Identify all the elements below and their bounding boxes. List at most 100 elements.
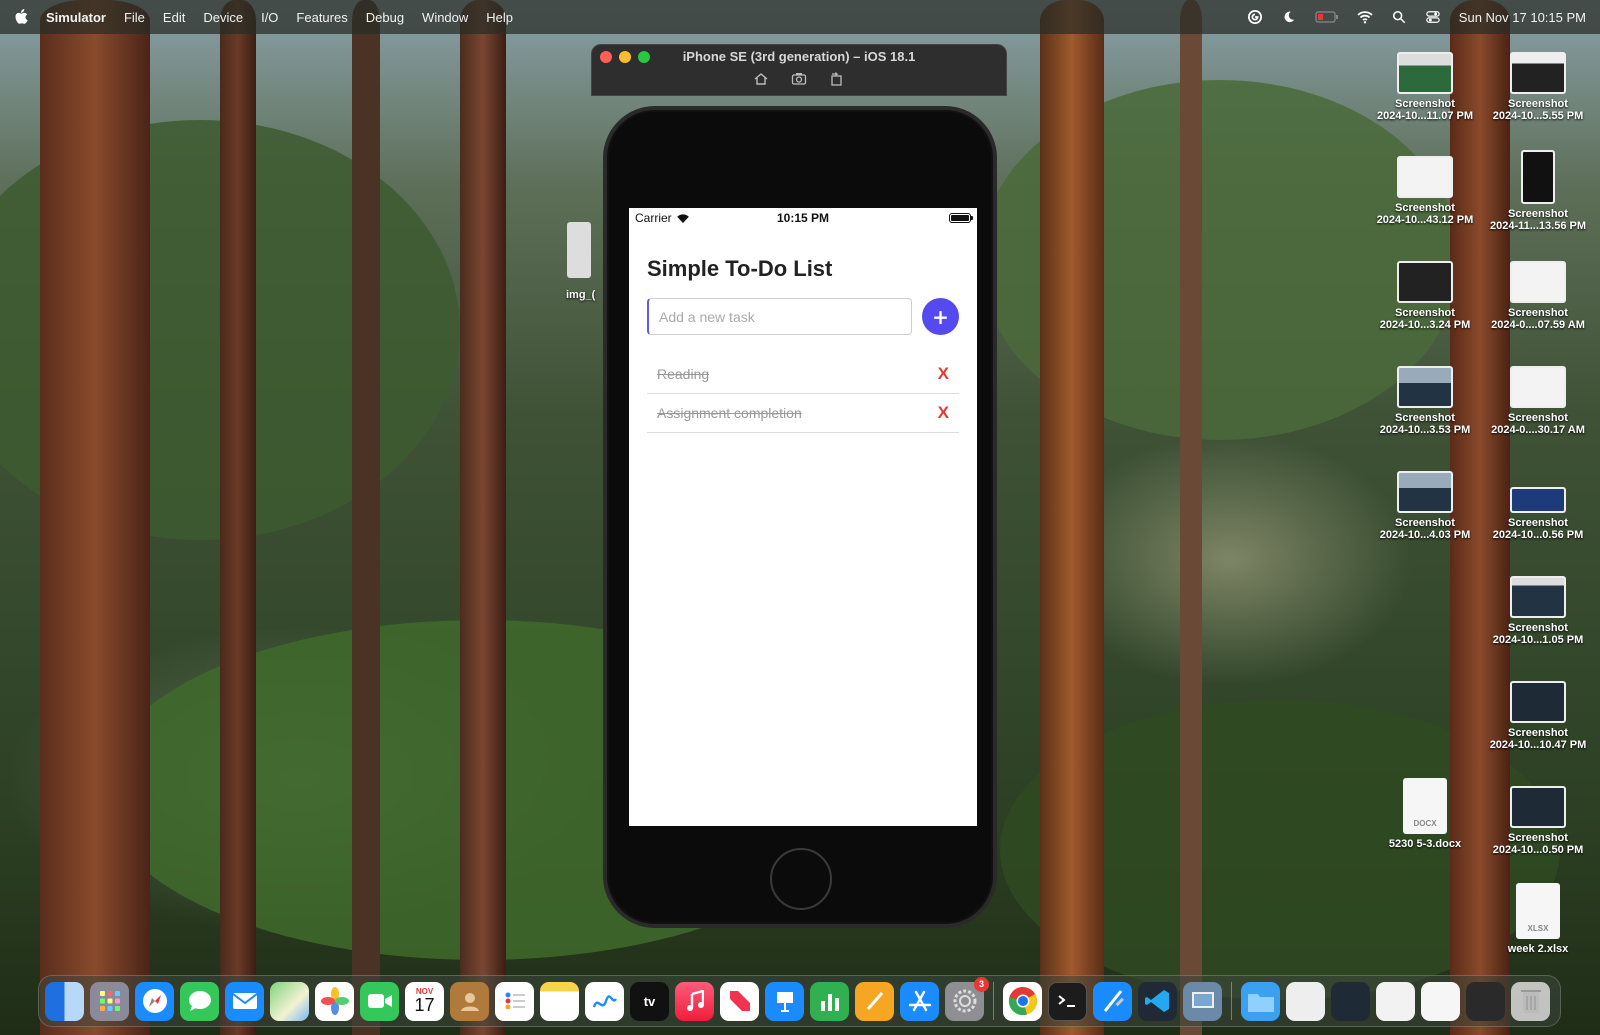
desktop-file[interactable]: Screenshot 2024-10...4.03 PM — [1369, 471, 1481, 541]
chrome-icon[interactable] — [1003, 981, 1042, 1021]
launchpad-icon[interactable] — [90, 981, 129, 1021]
partial-file-label: img_( — [566, 289, 596, 301]
file-sublabel: 2024-10...0.50 PM — [1492, 844, 1584, 856]
control-center-icon[interactable] — [1425, 10, 1441, 24]
iphone-device: Carrier 10:15 PM Simple To-Do List + Rea… — [603, 106, 997, 928]
desktop-file[interactable]: Screenshot 2024-10...0.56 PM — [1482, 471, 1594, 541]
downloads-folder-icon[interactable] — [1241, 981, 1280, 1021]
file-thumbnail — [1521, 150, 1555, 204]
notes-icon[interactable] — [540, 981, 579, 1021]
status-time: 10:15 PM — [776, 211, 830, 225]
recent-file-icon[interactable] — [1376, 981, 1415, 1021]
menu-features[interactable]: Features — [296, 10, 347, 25]
menu-device[interactable]: Device — [203, 10, 243, 25]
recent-file-icon[interactable] — [1286, 981, 1325, 1021]
home-button[interactable] — [770, 848, 832, 910]
file-thumbnail — [1510, 261, 1566, 303]
preview-icon[interactable] — [1183, 981, 1222, 1021]
mail-icon[interactable] — [225, 981, 264, 1021]
numbers-icon[interactable] — [810, 981, 849, 1021]
desktop-file[interactable]: Screenshot 2024-0....07.59 AM — [1482, 261, 1594, 331]
task-text[interactable]: Reading — [657, 366, 709, 382]
pages-icon[interactable] — [855, 981, 894, 1021]
delete-task-button[interactable]: X — [938, 403, 949, 423]
home-icon[interactable] — [753, 71, 769, 87]
messages-icon[interactable] — [180, 981, 219, 1021]
file-label: Screenshot — [1508, 412, 1568, 424]
vscode-icon[interactable] — [1138, 981, 1177, 1021]
calendar-icon[interactable]: NOV 17 — [405, 981, 444, 1021]
terminal-icon[interactable] — [1048, 981, 1087, 1021]
recent-file-icon[interactable] — [1421, 981, 1460, 1021]
file-label: week 2.xlsx — [1507, 943, 1569, 955]
file-label: Screenshot — [1395, 307, 1455, 319]
desktop-file[interactable]: Screenshot 2024-10...3.53 PM — [1369, 366, 1481, 436]
facetime-icon[interactable] — [360, 981, 399, 1021]
news-icon[interactable] — [720, 981, 759, 1021]
task-row[interactable]: Assignment completion X — [647, 394, 959, 433]
screenshot-icon[interactable] — [791, 71, 807, 87]
spotlight-search-icon[interactable] — [1391, 10, 1407, 24]
finder-icon[interactable] — [45, 981, 84, 1021]
grammarly-icon[interactable] — [1247, 10, 1263, 24]
apple-tv-icon[interactable]: tv — [630, 981, 669, 1021]
file-sublabel: 2024-0....30.17 AM — [1491, 424, 1585, 436]
app-store-icon[interactable] — [900, 981, 939, 1021]
recent-file-icon[interactable] — [1466, 981, 1505, 1021]
partial-file-icon[interactable] — [567, 222, 591, 278]
menubar-clock[interactable]: Sun Nov 17 10:15 PM — [1459, 10, 1586, 25]
desktop-file-docx[interactable]: DOCX 5230 5-3.docx — [1369, 778, 1481, 850]
task-text[interactable]: Assignment completion — [657, 405, 802, 421]
menu-file[interactable]: File — [124, 10, 145, 25]
file-sublabel: 2024-10...3.53 PM — [1379, 424, 1471, 436]
desktop-file[interactable]: Screenshot 2024-10...1.05 PM — [1482, 576, 1594, 646]
menu-debug[interactable]: Debug — [366, 10, 404, 25]
menu-io[interactable]: I/O — [261, 10, 278, 25]
keynote-icon[interactable] — [765, 981, 804, 1021]
file-sublabel: 2024-10...1.05 PM — [1492, 634, 1584, 646]
apple-menu-icon[interactable] — [14, 9, 28, 25]
desktop-file[interactable]: Screenshot 2024-10...3.24 PM — [1369, 261, 1481, 331]
add-task-button[interactable]: + — [922, 298, 959, 335]
wifi-icon[interactable] — [1357, 10, 1373, 24]
desktop-file-xlsx[interactable]: XLSX week 2.xlsx — [1482, 883, 1594, 955]
new-task-input[interactable] — [647, 298, 912, 335]
file-label: Screenshot — [1508, 307, 1568, 319]
trash-icon[interactable] — [1511, 981, 1550, 1021]
task-row[interactable]: Reading X — [647, 355, 959, 394]
freeform-icon[interactable] — [585, 981, 624, 1021]
simulator-toolbar — [592, 71, 1006, 87]
safari-icon[interactable] — [135, 981, 174, 1021]
desktop-file[interactable]: Screenshot 2024-10...43.12 PM — [1369, 156, 1481, 226]
system-settings-icon[interactable]: 3 — [945, 976, 989, 1021]
photos-icon[interactable] — [315, 981, 354, 1021]
delete-task-button[interactable]: X — [938, 364, 949, 384]
file-thumbnail — [1510, 786, 1566, 828]
page-title: Simple To-Do List — [647, 256, 833, 281]
desktop-file[interactable]: Screenshot 2024-10...11.07 PM — [1369, 52, 1481, 122]
file-thumbnail — [1397, 52, 1453, 94]
desktop-file[interactable]: Screenshot 2024-11...13.56 PM — [1482, 150, 1594, 232]
simulator-window: iPhone SE (3rd generation) – iOS 18.1 — [591, 44, 1007, 96]
maps-icon[interactable] — [270, 981, 309, 1021]
reminders-icon[interactable] — [495, 981, 534, 1021]
moon-icon[interactable] — [1281, 10, 1297, 24]
menu-edit[interactable]: Edit — [163, 10, 185, 25]
dock-separator — [1231, 982, 1232, 1020]
desktop-file[interactable]: Screenshot 2024-10...0.50 PM — [1482, 786, 1594, 856]
menu-app-name[interactable]: Simulator — [46, 10, 106, 25]
music-icon[interactable] — [675, 981, 714, 1021]
menu-help[interactable]: Help — [486, 10, 513, 25]
recent-file-icon[interactable] — [1331, 981, 1370, 1021]
file-sublabel: 2024-10...11.07 PM — [1376, 110, 1473, 122]
xcode-icon[interactable] — [1093, 981, 1132, 1021]
menu-window[interactable]: Window — [422, 10, 468, 25]
desktop-file[interactable]: Screenshot 2024-10...5.55 PM — [1482, 52, 1594, 122]
desktop-file[interactable]: Screenshot 2024-0....30.17 AM — [1482, 366, 1594, 436]
desktop-file[interactable]: Screenshot 2024-10...10.47 PM — [1482, 681, 1594, 751]
file-sublabel: 2024-10...0.56 PM — [1492, 529, 1584, 541]
contacts-icon[interactable] — [450, 981, 489, 1021]
rotate-icon[interactable] — [829, 71, 845, 87]
battery-icon[interactable] — [1315, 10, 1339, 24]
file-thumbnail — [1510, 366, 1566, 408]
